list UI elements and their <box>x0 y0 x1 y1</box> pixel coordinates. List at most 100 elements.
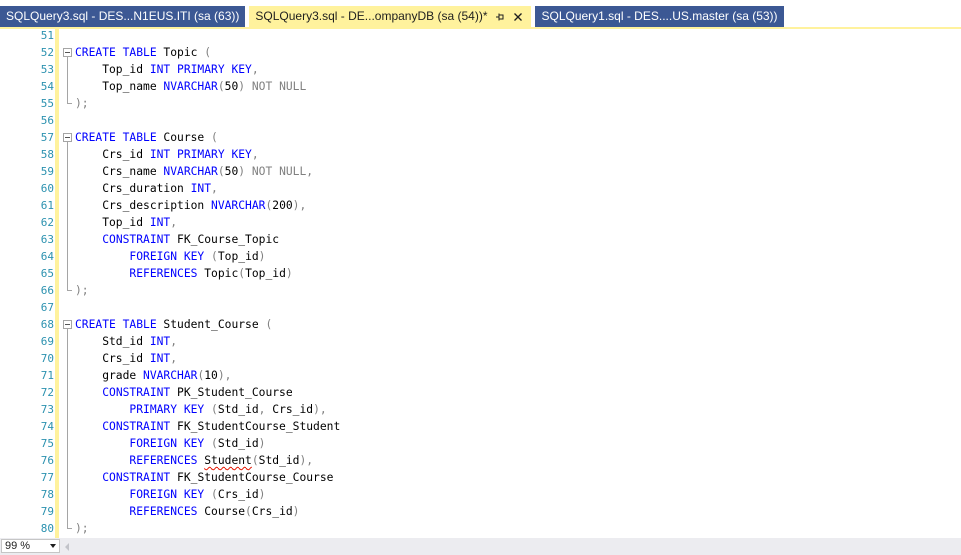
collapse-region-icon[interactable] <box>63 133 72 142</box>
code-line[interactable]: Crs_id INT PRIMARY KEY, <box>75 146 258 163</box>
code-line[interactable]: CONSTRAINT FK_Course_Topic <box>75 231 279 248</box>
code-token: Std_id <box>217 403 259 416</box>
code-token: , <box>170 352 178 365</box>
code-token: ( <box>204 403 218 416</box>
tab-sqlquery1-master[interactable]: SQLQuery1.sql - DES....US.master (sa (53… <box>535 6 784 27</box>
line-number: 53 <box>40 63 54 76</box>
sql-keyword: CREATE TABLE <box>75 318 157 331</box>
code-line[interactable]: Top_id INT, <box>75 214 177 231</box>
tab-sqlquery3-iti[interactable]: SQLQuery3.sql - DES...N1EUS.ITI (sa (63)… <box>0 6 246 27</box>
sql-keyword: INT PRIMARY KEY <box>149 63 252 76</box>
sql-keyword: CONSTRAINT <box>102 386 171 399</box>
sql-keyword: NVARCHAR <box>143 369 198 382</box>
line-number: 79 <box>40 505 54 518</box>
code-line[interactable]: Top_name NVARCHAR(50) NOT NULL <box>75 78 306 95</box>
code-line[interactable]: CREATE TABLE Topic ( <box>75 44 211 61</box>
line-number: 54 <box>40 80 54 93</box>
line-number: 70 <box>40 352 54 365</box>
code-line[interactable]: ); <box>75 520 89 537</box>
code-line[interactable]: ); <box>75 282 89 299</box>
sql-keyword: CREATE TABLE <box>75 46 157 59</box>
code-line[interactable]: CONSTRAINT PK_Student_Course <box>75 384 292 401</box>
code-line[interactable]: REFERENCES Student(Std_id), <box>75 452 313 469</box>
sql-keyword: CONSTRAINT <box>102 471 171 484</box>
code-area[interactable]: CREATE TABLE Topic ( Top_id INT PRIMARY … <box>75 29 955 538</box>
line-number: 68 <box>40 318 54 331</box>
line-number: 58 <box>40 148 54 161</box>
code-token: FK_Course_Topic <box>170 233 280 246</box>
line-number: 74 <box>40 420 54 433</box>
code-line[interactable]: Crs_name NVARCHAR(50) NOT NULL, <box>75 163 313 180</box>
code-line[interactable]: CONSTRAINT FK_StudentCourse_Course <box>75 469 333 486</box>
code-token: ); <box>75 97 89 110</box>
change-tracking-bar <box>55 29 59 538</box>
code-token: grade <box>75 369 144 382</box>
line-number: 65 <box>40 267 54 280</box>
sql-keyword: REFERENCES <box>129 267 198 280</box>
fold-guide-line <box>67 329 68 528</box>
line-number: 76 <box>40 454 54 467</box>
code-line[interactable]: FOREIGN KEY (Top_id) <box>75 248 265 265</box>
close-icon[interactable] <box>511 10 525 24</box>
error-identifier: Student <box>204 454 252 467</box>
code-line[interactable]: Std_id INT, <box>75 333 177 350</box>
line-number: 71 <box>40 369 54 382</box>
code-line[interactable]: Top_id INT PRIMARY KEY, <box>75 61 259 78</box>
code-line[interactable]: PRIMARY KEY (Std_id, Crs_id), <box>75 401 326 418</box>
code-line[interactable]: CREATE TABLE Student_Course ( <box>75 316 272 333</box>
code-token: ( <box>245 505 252 518</box>
code-line[interactable]: FOREIGN KEY (Crs_id) <box>75 486 265 503</box>
code-token: , <box>251 63 259 76</box>
code-line[interactable]: REFERENCES Course(Crs_id) <box>75 503 299 520</box>
code-token: , <box>258 403 273 416</box>
pin-icon[interactable] <box>493 10 507 24</box>
zoom-value: 99 % <box>5 540 31 552</box>
code-token: Top_id <box>217 250 259 263</box>
code-line[interactable]: FOREIGN KEY (Std_id) <box>75 435 265 452</box>
sql-editor[interactable]: 51 52 53 54 55 56 57 58 59 60 61 62 63 64 65 66 67 68 69 70… <box>0 29 961 538</box>
code-line[interactable]: Crs_id INT, <box>75 350 177 367</box>
code-line[interactable]: CREATE TABLE Course ( <box>75 129 218 146</box>
code-line[interactable]: Crs_description NVARCHAR(200), <box>75 197 306 214</box>
code-line[interactable]: REFERENCES Topic(Top_id) <box>75 265 292 282</box>
scroll-left-icon[interactable] <box>65 543 69 551</box>
code-token: ), <box>292 199 307 212</box>
zoom-dropdown[interactable]: 99 % <box>1 539 60 553</box>
fold-end-mark <box>67 290 72 291</box>
sql-keyword: REFERENCES <box>129 454 198 467</box>
line-number: 60 <box>40 182 54 195</box>
line-number: 66 <box>40 284 54 297</box>
code-token: Crs_id <box>217 488 259 501</box>
line-number: 77 <box>40 471 54 484</box>
code-line[interactable]: grade NVARCHAR(10), <box>75 367 231 384</box>
horizontal-scrollbar[interactable] <box>63 539 961 554</box>
outlining-margin <box>63 29 73 538</box>
tab-sqlquery3-companydb[interactable]: SQLQuery3.sql - DE...ompanyDB (sa (54))* <box>249 6 532 27</box>
code-token: ( <box>211 131 218 144</box>
code-token: FK_StudentCourse_Student <box>170 420 341 433</box>
code-token: ) NOT NULL <box>238 80 307 93</box>
collapse-region-icon[interactable] <box>63 48 72 57</box>
sql-keyword: NVARCHAR <box>163 165 218 178</box>
code-token: ( <box>251 454 259 467</box>
code-line[interactable]: ); <box>75 95 89 112</box>
code-token: Topic <box>156 46 205 59</box>
line-number: 61 <box>40 199 54 212</box>
code-token: Crs_id <box>251 505 293 518</box>
code-token: Std_id <box>258 454 300 467</box>
code-token: ) <box>258 250 266 263</box>
code-token: Crs_id <box>75 148 150 161</box>
code-token: ( <box>265 318 273 331</box>
line-number: 72 <box>40 386 54 399</box>
code-line[interactable]: CONSTRAINT FK_StudentCourse_Student <box>75 418 340 435</box>
document-tab-bar: SQLQuery3.sql - DES...N1EUS.ITI (sa (63)… <box>0 0 961 27</box>
code-line[interactable]: Crs_duration INT, <box>75 180 218 197</box>
code-token: 50 <box>224 165 239 178</box>
line-number: 59 <box>40 165 54 178</box>
line-number: 55 <box>40 97 54 110</box>
collapse-region-icon[interactable] <box>63 320 72 329</box>
code-token: Top_name <box>75 80 164 93</box>
